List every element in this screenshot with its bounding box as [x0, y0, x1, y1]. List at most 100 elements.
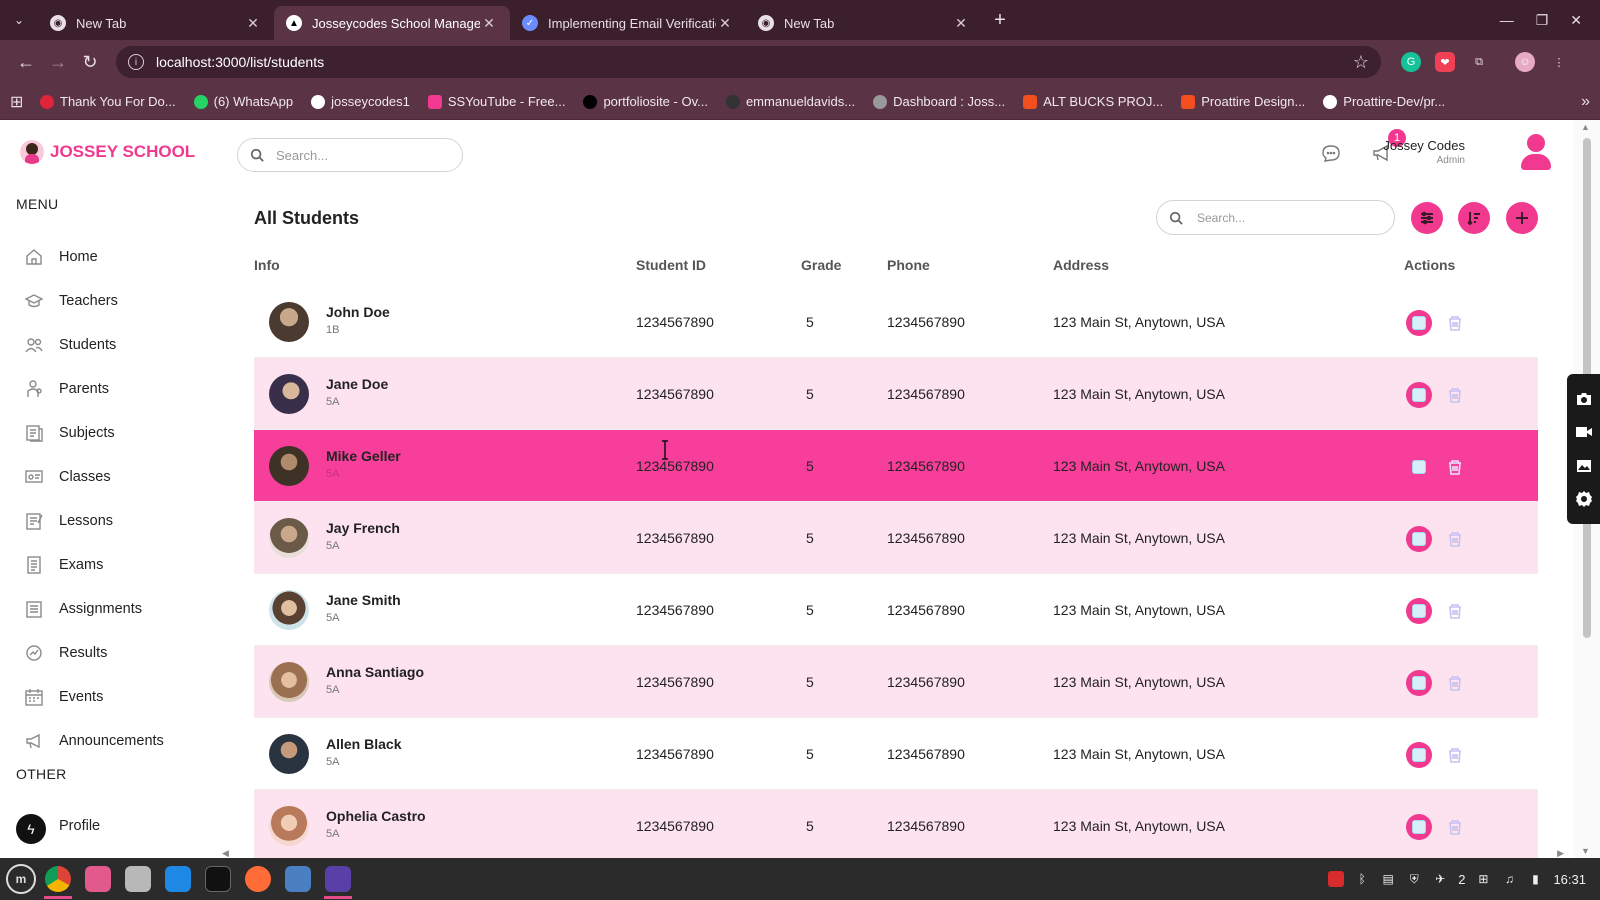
network-icon[interactable]: ⊞ [1475, 871, 1491, 887]
sidebar-item-lessons[interactable]: Lessons [24, 509, 113, 533]
navbar-search-input[interactable]: Search... [237, 138, 463, 172]
user-avatar[interactable] [1519, 134, 1553, 172]
browser-tab[interactable]: ◉ New Tab ✕ [746, 6, 982, 40]
delete-student-button[interactable] [1444, 816, 1466, 838]
sidebar-item-exams[interactable]: Exams [24, 553, 103, 577]
close-icon[interactable]: ✕ [480, 15, 498, 32]
shield-icon[interactable]: ⛨ [1406, 871, 1422, 887]
bluetooth-icon[interactable]: ᛒ [1354, 871, 1370, 887]
sidebar-item-subjects[interactable]: Subjects [24, 421, 115, 445]
filter-button[interactable] [1411, 202, 1443, 234]
camera-icon[interactable] [1575, 390, 1593, 408]
delete-student-button[interactable] [1444, 528, 1466, 550]
profile-avatar-icon[interactable]: ☺ [1515, 52, 1535, 72]
list-search-input[interactable]: Search... [1156, 200, 1395, 235]
delete-student-button[interactable] [1444, 672, 1466, 694]
taskbar-vscode[interactable] [160, 861, 196, 897]
taskbar-chrome[interactable] [40, 861, 76, 899]
clipboard-icon[interactable]: ▤ [1380, 871, 1396, 887]
restore-icon[interactable]: ❐ [1536, 12, 1549, 29]
sidebar-item-events[interactable]: Events [24, 685, 103, 709]
horizontal-scrollbar[interactable]: ◀ ▶ [222, 848, 1564, 858]
apps-grid-icon[interactable]: ⊞ [10, 92, 40, 112]
taskbar-screenshot[interactable] [280, 861, 316, 897]
view-student-button[interactable] [1406, 670, 1432, 696]
bookmark[interactable]: portfoliosite - Ov... [583, 94, 708, 109]
pocket-icon[interactable]: ❤ [1435, 52, 1455, 72]
bookmark-star-icon[interactable]: ☆ [1353, 52, 1369, 73]
start-menu-button[interactable]: m [6, 864, 36, 894]
sidebar-item-assignments[interactable]: Assignments [24, 597, 142, 621]
table-row[interactable]: Jane Smith 5A 1234567890 5 1234567890 12… [254, 574, 1538, 646]
gallery-icon[interactable] [1575, 457, 1593, 475]
sidebar-item-results[interactable]: Results [24, 641, 107, 665]
delete-student-button[interactable] [1444, 312, 1466, 334]
bookmark[interactable]: Proattire-Dev/pr... [1323, 94, 1445, 109]
browser-tab[interactable]: ✓ Implementing Email Verification ✕ [510, 6, 746, 40]
battery-icon[interactable]: ▮ [1527, 871, 1543, 887]
extensions-icon[interactable]: ⧉ [1469, 52, 1489, 72]
bookmark[interactable]: Thank You For Do... [40, 94, 176, 109]
settings-gear-icon[interactable] [1575, 490, 1593, 508]
sidebar-item-teachers[interactable]: Teachers [24, 289, 118, 313]
record-icon[interactable] [1328, 871, 1345, 887]
taskbar-apps[interactable] [120, 861, 156, 897]
taskbar-recorder[interactable] [320, 861, 356, 899]
bookmark[interactable]: emmanueldavids... [725, 94, 855, 109]
minimize-icon[interactable]: — [1500, 12, 1514, 29]
taskbar-terminal[interactable] [200, 861, 236, 897]
taskbar-files[interactable] [80, 861, 116, 897]
bookmark[interactable]: SSYouTube - Free... [427, 94, 565, 109]
bookmark[interactable]: (6) WhatsApp [193, 94, 293, 109]
view-student-button[interactable] [1406, 310, 1432, 336]
view-student-button[interactable] [1406, 598, 1432, 624]
scroll-down-icon[interactable]: ▼ [1581, 846, 1590, 856]
table-row[interactable]: Jay French 5A 1234567890 5 1234567890 12… [254, 502, 1538, 574]
close-window-icon[interactable]: ✕ [1570, 12, 1582, 29]
bookmark[interactable]: ALT BUCKS PROJ... [1023, 94, 1163, 109]
sort-button[interactable] [1458, 202, 1490, 234]
close-icon[interactable]: ✕ [244, 15, 262, 32]
bookmark[interactable]: Dashboard : Joss... [873, 94, 1005, 109]
close-icon[interactable]: ✕ [952, 15, 970, 32]
browser-menu-icon[interactable]: ⋮ [1549, 52, 1569, 72]
delete-student-button[interactable] [1444, 384, 1466, 406]
logo[interactable]: JOSSEY SCHOOL [20, 140, 195, 164]
bookmark[interactable]: Proattire Design... [1181, 94, 1305, 109]
nextjs-dev-indicator-icon[interactable]: ϟ [16, 814, 46, 844]
video-icon[interactable] [1575, 423, 1593, 441]
sidebar-item-students[interactable]: Students [24, 333, 116, 357]
view-student-button[interactable] [1406, 382, 1432, 408]
forward-icon[interactable]: → [42, 46, 74, 78]
tab-search-button[interactable]: ⌄ [0, 0, 38, 40]
back-icon[interactable]: ← [10, 46, 42, 78]
message-icon[interactable] [1320, 142, 1342, 164]
close-icon[interactable]: ✕ [716, 15, 734, 32]
view-student-button[interactable] [1406, 742, 1432, 768]
browser-tab-active[interactable]: ▲ Josseycodes School Management ✕ [274, 6, 510, 40]
more-bookmarks-icon[interactable]: » [1581, 93, 1590, 111]
table-row[interactable]: Anna Santiago 5A 1234567890 5 1234567890… [254, 646, 1538, 718]
table-row[interactable]: Mike Geller 5A 1234567890 5 1234567890 1… [254, 430, 1538, 502]
table-row[interactable]: John Doe 1B 1234567890 5 1234567890 123 … [254, 286, 1538, 358]
grammarly-icon[interactable]: G [1401, 52, 1421, 72]
sidebar-item-home[interactable]: Home [24, 245, 98, 269]
sidebar-item-classes[interactable]: Classes [24, 465, 111, 489]
view-student-button[interactable] [1406, 454, 1432, 480]
delete-student-button[interactable] [1444, 456, 1466, 478]
url-text[interactable]: localhost:3000/list/students [156, 54, 1353, 70]
site-info-icon[interactable]: i [128, 54, 144, 70]
delete-student-button[interactable] [1444, 600, 1466, 622]
sound-icon[interactable]: ♫ [1501, 871, 1517, 887]
sidebar-item-parents[interactable]: Parents [24, 377, 109, 401]
bookmark[interactable]: josseycodes1 [311, 94, 410, 109]
address-bar[interactable]: i localhost:3000/list/students ☆ [116, 46, 1381, 78]
scroll-up-icon[interactable]: ▲ [1581, 122, 1590, 132]
delete-student-button[interactable] [1444, 744, 1466, 766]
view-student-button[interactable] [1406, 814, 1432, 840]
table-row[interactable]: Jane Doe 5A 1234567890 5 1234567890 123 … [254, 358, 1538, 430]
add-student-button[interactable] [1506, 202, 1538, 234]
new-tab-button[interactable]: + [982, 9, 1018, 32]
browser-tab[interactable]: ◉ New Tab ✕ [38, 6, 274, 40]
view-student-button[interactable] [1406, 526, 1432, 552]
